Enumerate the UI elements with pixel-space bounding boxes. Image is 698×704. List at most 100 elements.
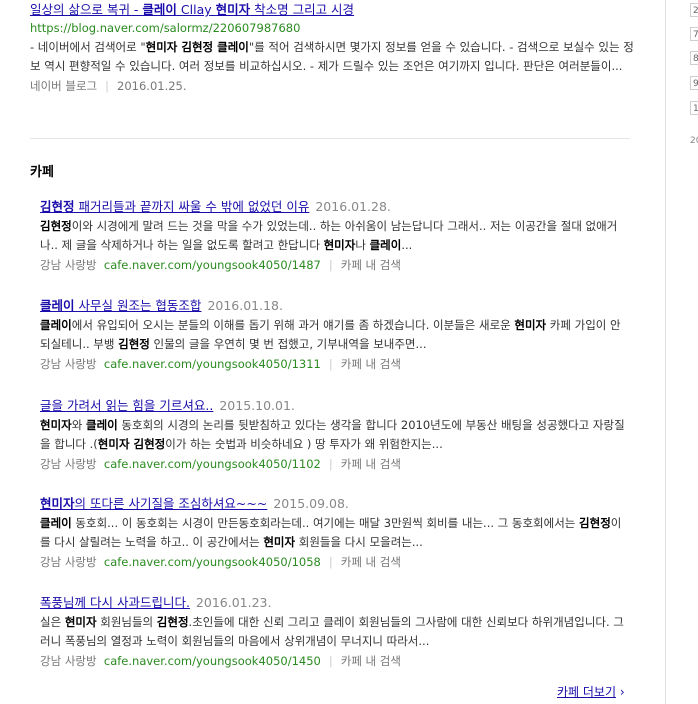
- cafe-result-description: 클레이에서 유입되어 오시는 분들의 이해를 돕기 위해 과거 얘기를 좀 하겠…: [40, 316, 630, 354]
- meta-separator: |: [328, 555, 333, 569]
- rightbar-date: 20: [690, 136, 698, 146]
- cafe-result-url[interactable]: cafe.naver.com/youngsook4050/1487: [104, 258, 321, 272]
- cafe-result: 김현정 패거리들과 끝까지 싸울 수 밖에 없었던 이유 2016.01.28. …: [40, 198, 630, 274]
- cafe-result-description: 실은 현미자 회원님들의 김현정.초인들에 대한 신뢰 그리고 클레이 회원님들…: [40, 613, 630, 651]
- desc-text: 와: [71, 418, 86, 432]
- meta-separator: |: [328, 357, 333, 371]
- cafe-result-link[interactable]: 클레이 사무실 원조는 협동조합: [40, 298, 201, 313]
- section-title-cafe: 카페: [30, 165, 54, 180]
- rank-number[interactable]: 9: [690, 76, 698, 90]
- title-highlight: 현미자: [40, 496, 75, 511]
- cafe-result-meta: 강남 사랑방 cafe.naver.com/youngsook4050/1102…: [40, 455, 630, 473]
- cafe-result-date: 2016.01.28.: [315, 199, 391, 214]
- cafe-result-meta: 강남 사랑방 cafe.naver.com/youngsook4050/1487…: [40, 256, 630, 274]
- cafe-result-date: 2015.10.01.: [219, 398, 295, 413]
- rank-number[interactable]: 7: [690, 27, 698, 41]
- search-results-page: 일상의 삶으로 복귀 - 클레이 Cllay 현미자 착소명 그리고 시경 ht…: [0, 0, 698, 704]
- cafe-more-link[interactable]: 카페 더보기 ›: [557, 683, 625, 700]
- cafe-name[interactable]: 강남 사랑방: [40, 258, 97, 272]
- cafe-result: 글을 가려서 읽는 힘을 기르셔요.. 2015.10.01. 현미자와 클레이 …: [40, 397, 630, 473]
- cafe-search-link[interactable]: 카페 내 검색: [341, 258, 401, 272]
- desc-highlight: 클레이: [40, 516, 72, 530]
- chevron-right-icon: ›: [619, 685, 625, 699]
- cafe-result-title[interactable]: 김현정 패거리들과 끝까지 싸울 수 밖에 없었던 이유 2016.01.28.: [40, 198, 630, 216]
- cafe-result: 폭풍님께 다시 사과드립니다. 2016.01.23. 실은 현미자 회원님들의 …: [40, 594, 630, 670]
- cafe-result-link[interactable]: 현미자의 또다른 사기질을 조심하셔요~~~: [40, 496, 267, 511]
- cafe-result-description: 클레이 동호회... 이 동호회는 시경이 만든동호회라는데.. 여기에는 매달…: [40, 514, 630, 552]
- meta-separator: |: [328, 457, 333, 471]
- desc-text: - 네이버에서 검색어로 ": [30, 40, 146, 54]
- cafe-result-url[interactable]: cafe.naver.com/youngsook4050/1102: [104, 457, 321, 471]
- cafe-name[interactable]: 강남 사랑방: [40, 457, 97, 471]
- rank-number[interactable]: 8: [690, 51, 698, 65]
- cafe-name[interactable]: 강남 사랑방: [40, 357, 97, 371]
- cafe-result-link[interactable]: 폭풍님께 다시 사과드립니다.: [40, 595, 190, 610]
- blog-result-meta: 네이버 블로그 | 2016.01.25.: [30, 77, 635, 95]
- cafe-result-link[interactable]: 글을 가려서 읽는 힘을 기르셔요..: [40, 398, 213, 413]
- desc-highlight: 현미자 김현정: [97, 437, 166, 451]
- cafe-result-meta: 강남 사랑방 cafe.naver.com/youngsook4050/1058…: [40, 553, 630, 571]
- desc-highlight: 현미자: [514, 318, 547, 332]
- desc-text: 실은: [40, 615, 65, 629]
- title-text: 의 또다른 사기질을 조심하셔요~~~: [74, 496, 268, 511]
- desc-highlight: 현미자: [40, 418, 72, 432]
- cafe-result-link[interactable]: 김현정 패거리들과 끝까지 싸울 수 밖에 없었던 이유: [40, 199, 309, 214]
- blog-result-description: - 네이버에서 검색어로 "현미자 김현정 클레이"를 적어 검색하시면 몇가지…: [30, 38, 635, 76]
- desc-highlight: 클레이: [40, 318, 72, 332]
- cafe-result-meta: 강남 사랑방 cafe.naver.com/youngsook4050/1450…: [40, 652, 630, 670]
- cafe-search-link[interactable]: 카페 내 검색: [341, 555, 401, 569]
- desc-highlight: 김현정: [156, 615, 189, 629]
- section-divider: [30, 138, 630, 139]
- title-text: 사무실 원조는 협동조합: [74, 298, 202, 313]
- meta-separator: |: [328, 258, 333, 272]
- desc-highlight: 김현정: [40, 219, 72, 233]
- desc-highlight: 클레이: [86, 418, 118, 432]
- meta-separator: |: [328, 654, 333, 668]
- cafe-search-link[interactable]: 카페 내 검색: [341, 457, 401, 471]
- title-text: 일상의 삶으로 복귀 -: [30, 2, 143, 17]
- title-text: 착소명 그리고 시경: [250, 2, 355, 17]
- title-text: 패거리들과 끝까지 싸울 수 밖에 없었던 이유: [74, 199, 310, 214]
- blog-source[interactable]: 네이버 블로그: [30, 79, 97, 93]
- cafe-result-title[interactable]: 폭풍님께 다시 사과드립니다. 2016.01.23.: [40, 594, 630, 612]
- desc-highlight: 김현정: [579, 516, 611, 530]
- blog-result-title[interactable]: 일상의 삶으로 복귀 - 클레이 Cllay 현미자 착소명 그리고 시경: [30, 1, 635, 19]
- cafe-result-date: 2016.01.18.: [207, 298, 283, 313]
- blog-result: 일상의 삶으로 복귀 - 클레이 Cllay 현미자 착소명 그리고 시경 ht…: [30, 0, 635, 95]
- more-label: 카페 더보기: [557, 685, 617, 699]
- cafe-result-description: 김현정이와 시경에게 말려 드는 것을 막을 수가 있었는데.. 하는 아쉬움이…: [40, 217, 630, 255]
- cafe-search-link[interactable]: 카페 내 검색: [341, 654, 401, 668]
- cafe-result-url[interactable]: cafe.naver.com/youngsook4050/1450: [104, 654, 321, 668]
- cafe-result-date: 2016.01.23.: [195, 595, 272, 610]
- desc-text: 회원님들의: [96, 615, 157, 629]
- desc-highlight: 현미자: [263, 535, 296, 549]
- rank-number[interactable]: 2: [690, 3, 698, 17]
- desc-text: 인물의 글을 우연히 몇 번 접했고, 기부내역을 보내주면...: [149, 337, 427, 351]
- desc-highlight: 현미자: [64, 615, 97, 629]
- cafe-search-link[interactable]: 카페 내 검색: [341, 357, 401, 371]
- title-highlight: 현미자: [215, 2, 251, 17]
- desc-text: 이가 하는 숫법과 비슷하네요 ) 땅 투자가 왜 위험한지는...: [165, 437, 443, 451]
- cafe-name[interactable]: 강남 사랑방: [40, 555, 97, 569]
- desc-text: 나: [355, 238, 370, 252]
- desc-text: ...: [401, 238, 413, 252]
- cafe-result-url[interactable]: cafe.naver.com/youngsook4050/1311: [104, 357, 321, 371]
- cafe-result-title[interactable]: 글을 가려서 읽는 힘을 기르셔요.. 2015.10.01.: [40, 397, 630, 415]
- cafe-name[interactable]: 강남 사랑방: [40, 654, 97, 668]
- desc-highlight: 현미자 김현정 클레이: [145, 40, 249, 54]
- cafe-result: 클레이 사무실 원조는 협동조합 2016.01.18. 클레이에서 유입되어 오…: [40, 297, 630, 373]
- cafe-result-url[interactable]: cafe.naver.com/youngsook4050/1058: [104, 555, 321, 569]
- blog-result-url[interactable]: https://blog.naver.com/salormz/220607987…: [30, 19, 635, 37]
- cafe-result-title[interactable]: 현미자의 또다른 사기질을 조심하셔요~~~ 2015.09.08.: [40, 495, 630, 513]
- cafe-result-date: 2015.09.08.: [273, 496, 349, 511]
- blog-result-link[interactable]: 일상의 삶으로 복귀 - 클레이 Cllay 현미자 착소명 그리고 시경: [30, 2, 354, 17]
- desc-text: 동호회... 이 동호회는 시경이 만든동호회라는데.. 여기에는 매달 3만원…: [71, 516, 580, 530]
- rank-number[interactable]: 1: [690, 101, 698, 115]
- desc-text: 에서 유입되어 오시는 분들의 이해를 돕기 위해 과거 얘기를 좀 하겠습니다…: [71, 318, 515, 332]
- title-highlight: 클레이: [40, 298, 75, 313]
- right-side-panel: 2 7 8 9 1 20: [665, 0, 698, 704]
- cafe-result-meta: 강남 사랑방 cafe.naver.com/youngsook4050/1311…: [40, 355, 630, 373]
- cafe-result-title[interactable]: 클레이 사무실 원조는 협동조합 2016.01.18.: [40, 297, 630, 315]
- title-text: Cllay: [176, 2, 216, 17]
- title-text: 글을 가려서 읽는 힘을 기르셔요..: [40, 398, 214, 413]
